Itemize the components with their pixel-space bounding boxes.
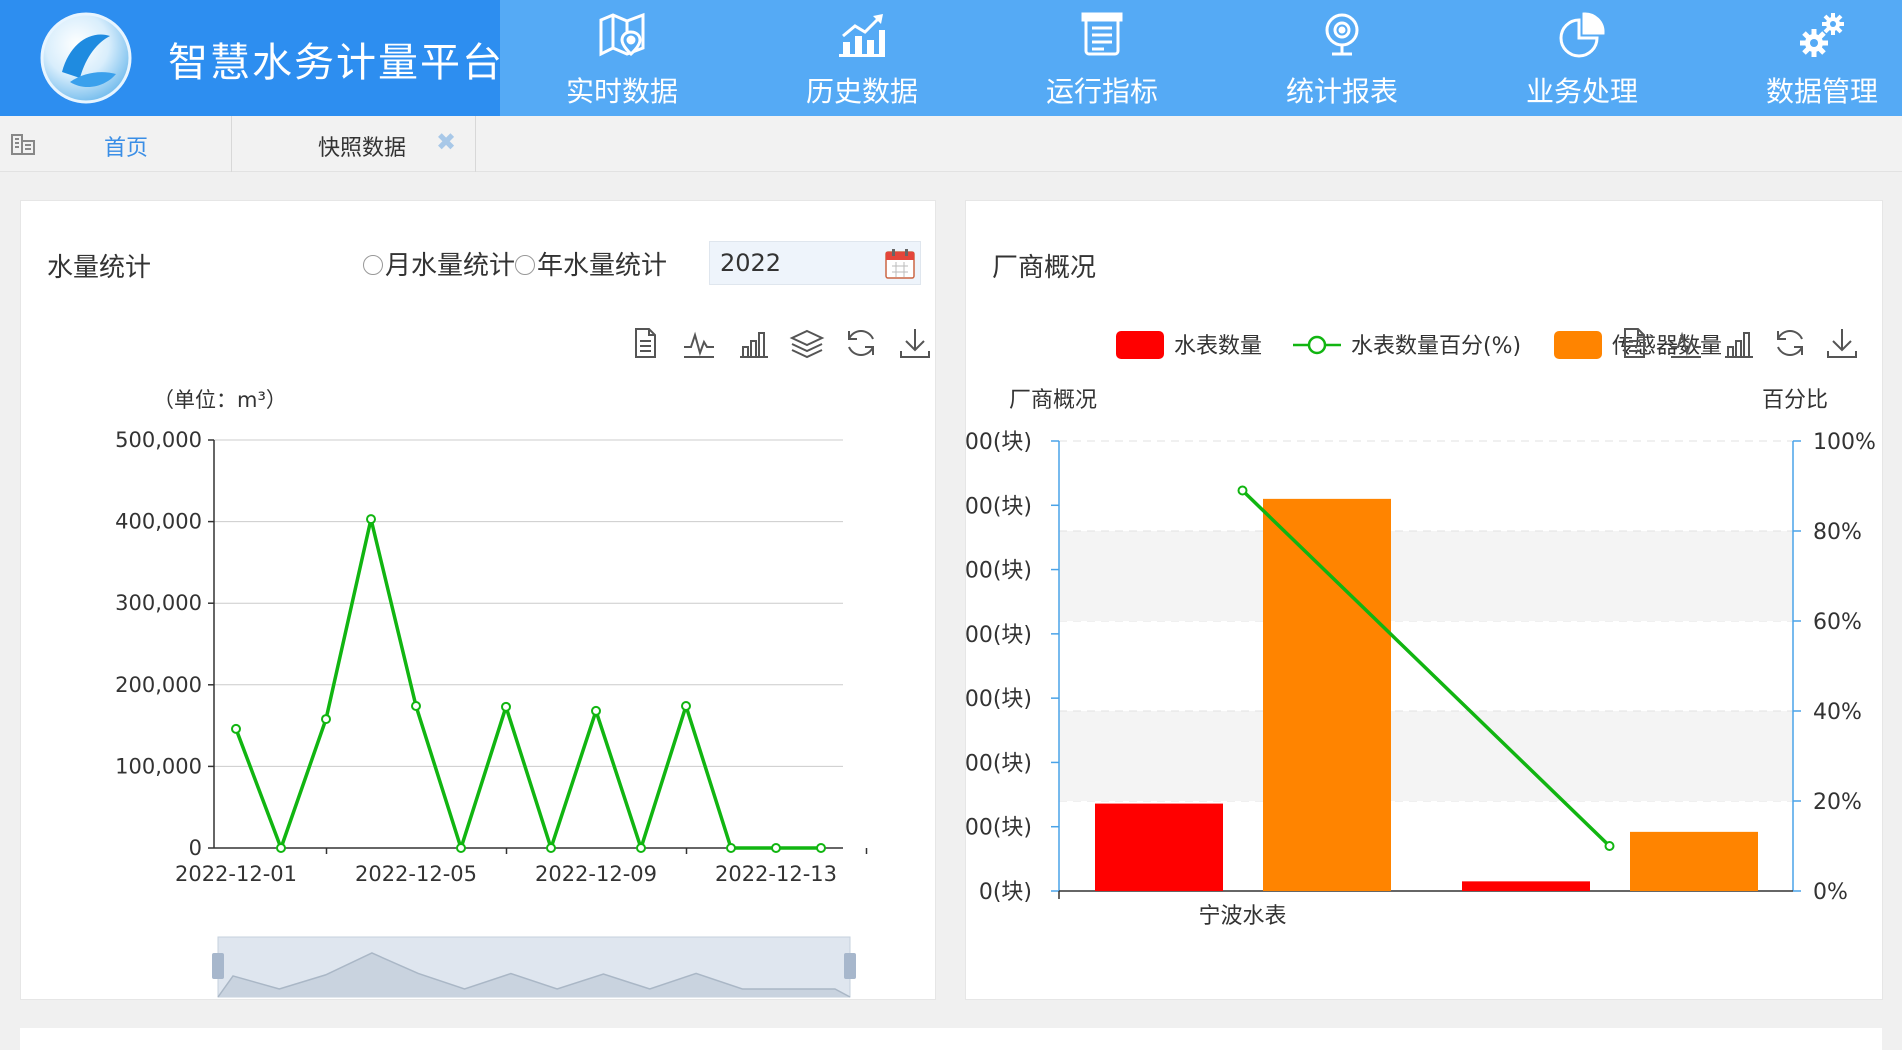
- y-tick-label: 00(块): [966, 494, 1032, 519]
- x-category-label: 宁波水表: [1198, 904, 1286, 929]
- data-view-icon[interactable]: [1616, 325, 1652, 361]
- line-series-water-volume: [234, 517, 821, 850]
- nav-label: 数据管理: [1765, 75, 1878, 108]
- y-axis-title: 厂商概况: [1009, 388, 1097, 413]
- x-tick-label: 2022-12-05: [355, 862, 477, 886]
- y2-tick-label: 20%: [1813, 790, 1862, 815]
- data-point: [411, 701, 421, 712]
- legend-swatch-marker: [1307, 335, 1327, 355]
- nav-statistics-report[interactable]: 统计报表: [1242, 0, 1442, 116]
- data-point: [1237, 485, 1248, 496]
- y2-axis-title: 百分比: [1762, 388, 1828, 413]
- y-tick-label: 00(块): [966, 751, 1032, 776]
- data-point: [276, 843, 286, 853]
- nav-label: 运行指标: [1045, 75, 1158, 108]
- chart-toolbox: [1612, 325, 1882, 365]
- line-chart-icon[interactable]: [1668, 325, 1704, 361]
- bottom-panel: [20, 1028, 1882, 1050]
- y-tick-label: 0(块): [979, 880, 1032, 905]
- y-tick-label: 400,000: [115, 510, 202, 534]
- vendor-overview-bar-chart: 水表数量 水表数量百分(%) 传感器数量厂商概况 百分比0(块)00(块)00(块)0…: [966, 331, 1876, 929]
- y-tick-label: 300,000: [115, 591, 202, 615]
- bar-sensor-count: [1263, 498, 1391, 891]
- brand-area: 智慧水务计量平台: [0, 0, 502, 116]
- building-icon: [11, 134, 35, 155]
- water-statistics-panel: 水量统计 月水量统计 年水量统计 2022 （单位：m³） 0 100,000 200,…: [20, 200, 936, 1000]
- nav-label: 业务处理: [1525, 75, 1638, 108]
- platform-logo-icon: [40, 12, 132, 104]
- data-point: [1604, 841, 1615, 851]
- legend-swatch: [1554, 331, 1602, 359]
- y2-tick-label: 100%: [1813, 430, 1876, 455]
- nav-label: 统计报表: [1285, 75, 1398, 108]
- nav-label: 实时数据: [565, 75, 678, 108]
- y-tick-label: 00(块): [966, 816, 1032, 841]
- webcam-icon: [1325, 13, 1359, 56]
- data-point: [546, 843, 556, 853]
- app-title: 智慧水务计量平台: [168, 40, 504, 86]
- bar-water-meter-count: [1095, 803, 1223, 891]
- y-axis-unit-label: （单位：m³）: [153, 388, 287, 412]
- map-pin-icon: [599, 12, 645, 57]
- data-point: [321, 714, 331, 725]
- bar-chart-trend-icon: [839, 14, 885, 57]
- tab-label: 首页: [104, 136, 149, 161]
- y-tick-label: 00(块): [966, 559, 1032, 584]
- split-area: [1059, 531, 1793, 621]
- data-point: [501, 701, 511, 712]
- nav-operation-index[interactable]: 运行指标: [1002, 0, 1202, 116]
- data-point: [816, 843, 826, 853]
- legend-swatch: [1116, 331, 1164, 359]
- y-tick-label: 100,000: [115, 754, 202, 778]
- y-tick-label: 00(块): [966, 687, 1032, 712]
- vendor-overview-panel: 厂商概况 水表数量 水表数量百分(%) 传感器数量 厂商概况 百分比 0(块) 00(块) 0…: [965, 200, 1883, 1000]
- y2-tick-label: 0%: [1813, 880, 1848, 905]
- restore-icon[interactable]: [1772, 325, 1808, 361]
- x-tick-label: 2022-12-01: [175, 862, 297, 886]
- clipboard-list-icon: [1081, 12, 1123, 56]
- y-tick-label: 200,000: [115, 673, 202, 697]
- y2-tick-label: 40%: [1813, 700, 1862, 725]
- data-point: [231, 723, 241, 734]
- legend-label: 水表数量: [1174, 334, 1262, 359]
- nav-realtime-data[interactable]: 实时数据: [522, 0, 722, 116]
- data-zoom-handle-left: [212, 953, 224, 979]
- y-tick-label: 0: [189, 836, 202, 860]
- water-volume-line-chart: （单位：m³） 0 100,000 200,000 300,000 400,000 500,…: [115, 388, 868, 998]
- y2-tick-label: 80%: [1813, 520, 1862, 545]
- y2-tick-label: 60%: [1813, 610, 1862, 635]
- x-tick-label: 2022-12-13: [715, 862, 837, 886]
- data-point: [591, 705, 601, 716]
- close-icon[interactable]: ✖: [436, 128, 456, 156]
- y-tick-label: 00(块): [966, 430, 1032, 455]
- y-tick-label: 500,000: [115, 428, 202, 452]
- data-point: [366, 514, 376, 525]
- tab-bar: 首页 快照数据 ✖: [0, 116, 1902, 172]
- data-point: [456, 843, 466, 853]
- y-tick-label: 00(块): [966, 623, 1032, 648]
- nav-label: 历史数据: [805, 75, 918, 108]
- pie-chart-icon: [1559, 12, 1605, 58]
- x-tick-label: 2022-12-09: [535, 862, 657, 886]
- tab-home[interactable]: 首页: [0, 116, 232, 172]
- bar-water-meter-count: [1462, 881, 1590, 891]
- top-header: 智慧水务计量平台 实时数据 历史数据 运行指标 统计报表 业务处理 数据管理: [0, 0, 1902, 116]
- data-point: [771, 843, 781, 853]
- bar-chart-icon[interactable]: [1720, 325, 1756, 361]
- tab-label: 快照数据: [318, 136, 407, 161]
- bar-sensor-count: [1630, 831, 1758, 891]
- data-zoom-handle-right: [844, 953, 856, 979]
- legend-label: 水表数量百分(%): [1351, 334, 1521, 359]
- tab-snapshot-data[interactable]: 快照数据 ✖: [232, 116, 476, 172]
- data-point: [681, 701, 691, 712]
- data-point: [726, 843, 736, 853]
- data-point: [636, 843, 646, 853]
- gears-icon: [1800, 13, 1844, 57]
- nav-business-process[interactable]: 业务处理: [1482, 0, 1682, 116]
- nav-history-data[interactable]: 历史数据: [762, 0, 962, 116]
- nav-data-management[interactable]: 数据管理: [1722, 0, 1902, 116]
- split-area: [1059, 711, 1793, 801]
- download-icon[interactable]: [1824, 325, 1860, 361]
